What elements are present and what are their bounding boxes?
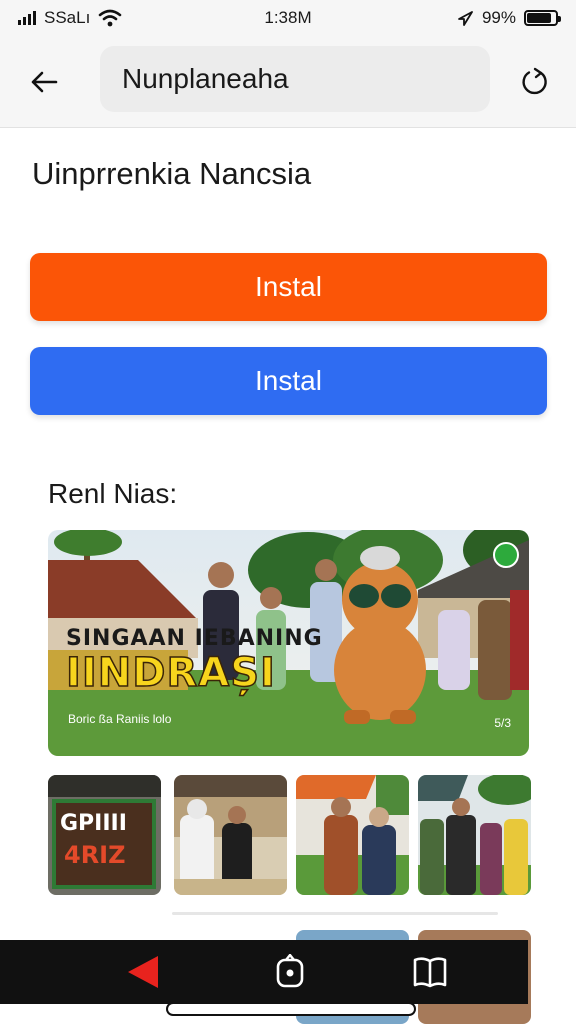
thumbnail-1-caption-line2: 4RIZ bbox=[64, 841, 126, 869]
nav-back-button[interactable] bbox=[118, 948, 166, 996]
back-arrow-icon bbox=[31, 71, 58, 93]
main-screenshot-image[interactable]: SINGAAN IEBANING IINDRAȘI Boric ßa Ranii… bbox=[48, 530, 529, 756]
status-time: 1:38M bbox=[264, 8, 312, 27]
install-button-blue[interactable]: Instal bbox=[30, 347, 547, 415]
main-caption-line2: IINDRAȘI bbox=[65, 649, 276, 697]
play-badge-icon bbox=[493, 542, 519, 568]
thumbnail-2[interactable] bbox=[174, 775, 287, 895]
content-divider bbox=[172, 912, 498, 915]
thumbnail-1-caption-line1: GPIIII bbox=[60, 811, 127, 836]
signal-icon bbox=[18, 11, 36, 25]
search-input[interactable]: Nunplaneaha bbox=[100, 46, 490, 112]
carrier-label: SSaLı bbox=[44, 8, 91, 27]
wifi-icon bbox=[99, 9, 122, 27]
reload-icon bbox=[522, 67, 547, 95]
status-bar: SSaLı 1:38M 99% bbox=[0, 0, 576, 36]
book-icon bbox=[413, 957, 447, 988]
status-right: 99% bbox=[358, 8, 561, 28]
status-left: SSaLı bbox=[18, 8, 218, 28]
top-bar: Nunplaneaha bbox=[0, 36, 576, 128]
thumbnail-1[interactable]: GPIIII 4RIZ bbox=[48, 775, 161, 895]
install-button-orange[interactable]: Instal bbox=[30, 253, 547, 321]
nav-home-button[interactable] bbox=[266, 948, 314, 996]
battery-percent: 99% bbox=[481, 8, 516, 27]
back-button[interactable] bbox=[22, 60, 66, 104]
location-arrow-icon bbox=[458, 11, 473, 26]
thumbnail-row: GPIIII 4RIZ bbox=[48, 775, 531, 895]
nav-bookmarks-button[interactable] bbox=[406, 948, 454, 996]
back-triangle-icon bbox=[128, 956, 158, 988]
reload-button[interactable] bbox=[512, 60, 556, 104]
app-title: Uinprrenkia Nancsia bbox=[32, 156, 312, 191]
bottom-navigation bbox=[0, 940, 528, 1004]
battery-icon bbox=[524, 10, 561, 26]
home-indicator[interactable] bbox=[168, 1004, 414, 1014]
thumbnail-4[interactable] bbox=[418, 775, 531, 895]
main-caption-small: Boric ßa Raniis lolo bbox=[68, 712, 172, 726]
home-icon bbox=[276, 954, 304, 988]
image-counter: 5/3 bbox=[494, 716, 511, 730]
section-title: Renl Nias: bbox=[48, 478, 178, 509]
thumbnail-3[interactable] bbox=[296, 775, 409, 895]
battery-fill bbox=[527, 13, 551, 23]
main-caption-line1: SINGAAN IEBANING bbox=[66, 626, 323, 651]
